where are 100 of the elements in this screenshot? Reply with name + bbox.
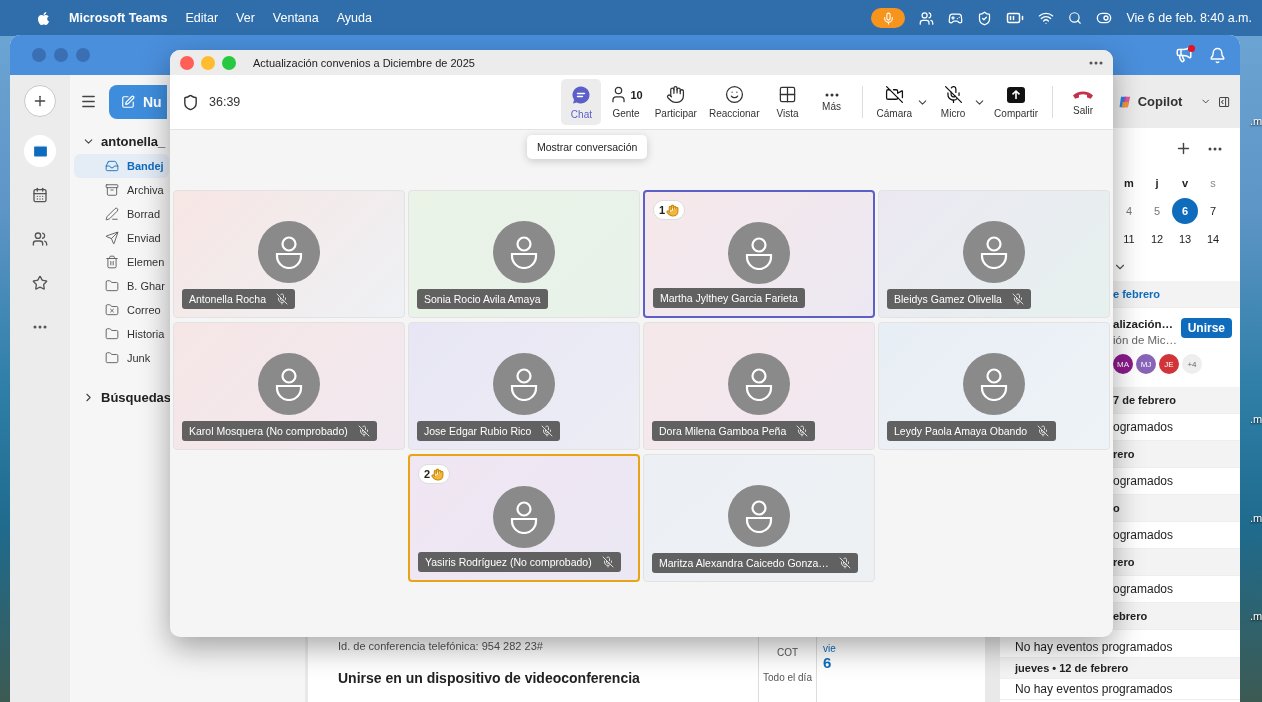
toolbar-button[interactable]: 10 Gente — [605, 79, 647, 125]
menu-item[interactable]: Ver — [236, 11, 255, 25]
close-button[interactable] — [180, 55, 194, 70]
video-tile[interactable]: Karol Mosquera (No comprobado) — [173, 322, 405, 450]
apple-icon[interactable] — [36, 10, 51, 26]
attendee-avatar: MJ — [1136, 354, 1156, 374]
hand-icon — [431, 467, 445, 481]
calendar-icon — [32, 187, 48, 203]
folder-item[interactable]: Archiva — [74, 178, 169, 202]
menu-item[interactable]: Editar — [185, 11, 219, 25]
calendar-day[interactable]: 6 — [1172, 198, 1198, 224]
person-icon — [509, 235, 539, 269]
more-icon[interactable] — [1208, 146, 1222, 151]
video-tile[interactable]: Sonia Rocio Avila Amaya — [408, 190, 640, 318]
no-events-text: ogramados — [1113, 582, 1174, 596]
star-icon — [32, 275, 48, 291]
video-tile[interactable]: Jose Edgar Rubio Rico — [408, 322, 640, 450]
toolbar-button[interactable]: Cámara — [872, 79, 917, 125]
video-tile[interactable]: 2 Yasiris Rodríguez (No comprobado) — [408, 454, 640, 582]
archive-icon — [105, 183, 119, 197]
copilot-button[interactable]: Copilot — [1137, 94, 1183, 109]
folder-icon — [105, 327, 119, 341]
folder-item[interactable]: Correo — [74, 298, 169, 322]
pencil-icon — [105, 207, 119, 221]
desktop-icon-label: .m — [1250, 610, 1262, 622]
person-icon — [274, 235, 304, 269]
weekday-label: s — [1209, 177, 1217, 189]
participant-name: Antonella Rocha — [189, 293, 267, 305]
folder-item[interactable]: Borrad — [74, 202, 169, 226]
video-tile[interactable]: 1 Martha Jylthey Garcia Farieta — [643, 190, 875, 318]
toolbar-button[interactable]: Chat — [561, 79, 602, 125]
toolbar-button[interactable]: Reaccionar — [704, 79, 764, 125]
menu-item[interactable]: Ventana — [272, 11, 319, 25]
video-tile[interactable]: Maritza Alexandra Caicedo Gonza… — [643, 454, 875, 582]
event-card[interactable]: alización… ión de Mic… Unirse MA MJ JE +4 — [1113, 308, 1240, 387]
microphone-indicator[interactable] — [871, 8, 906, 28]
megaphone-icon[interactable] — [1175, 45, 1195, 65]
people-icon[interactable] — [919, 10, 935, 26]
date-heading: rero — [1113, 556, 1135, 568]
folder-item[interactable]: Elemen — [74, 250, 169, 274]
no-events-text: ogramados — [1113, 420, 1174, 434]
rail-button[interactable] — [24, 135, 56, 167]
calendar-day[interactable]: 13 — [1172, 226, 1198, 252]
mic-off-icon — [1037, 425, 1050, 437]
participant-name: Dora Milena Gamboa Peña — [659, 425, 787, 437]
participant-name: Jose Edgar Rubio Rico — [424, 425, 532, 437]
folder-item[interactable]: Enviad — [74, 226, 169, 250]
video-tile[interactable]: Leydy Paola Amaya Obando — [878, 322, 1110, 450]
date-heading: e febrero — [1113, 288, 1161, 300]
hang-up-icon — [1072, 88, 1094, 101]
menu-icon[interactable] — [80, 93, 97, 110]
calendar-day[interactable]: 5 — [1144, 198, 1170, 224]
hand-order: 2 — [424, 468, 431, 480]
call-timer: 36:39 — [209, 95, 241, 109]
mic-off-icon — [357, 425, 370, 437]
window-title: Actualización convenios a Diciembre de 2025 — [253, 56, 475, 69]
more-icon — [33, 325, 47, 329]
menu-item[interactable]: Ayuda — [336, 11, 372, 25]
weekday-label: m — [1123, 177, 1135, 189]
toolbar-button[interactable]: Micro — [933, 79, 974, 125]
toolbar-button[interactable]: Compartir — [990, 79, 1042, 125]
control-center-icon[interactable] — [1096, 10, 1113, 26]
new-item-button[interactable] — [24, 85, 56, 117]
participant-name: Maritza Alexandra Caicedo Gonza… — [659, 557, 829, 569]
plus-icon[interactable] — [1175, 140, 1192, 157]
attendee-avatar: JE — [1159, 354, 1179, 374]
calendar-day[interactable]: 4 — [1116, 198, 1142, 224]
person-icon — [509, 367, 539, 401]
participant-name: Karol Mosquera (No comprobado) — [189, 425, 348, 437]
toolbar-button[interactable]: Más — [811, 79, 852, 125]
folder-item[interactable]: Historia — [74, 322, 169, 346]
toolbar-button[interactable]: Vista — [767, 79, 808, 125]
folder-item[interactable]: B. Ghar — [74, 274, 169, 298]
gamepad-icon[interactable] — [948, 10, 964, 26]
join-button[interactable]: Unirse — [1180, 318, 1232, 338]
bell-icon[interactable] — [1209, 46, 1226, 64]
date-heading: ebrero — [1113, 610, 1148, 622]
search-icon[interactable] — [1068, 11, 1083, 25]
more-icon[interactable] — [1089, 60, 1103, 65]
wifi-icon[interactable] — [1038, 10, 1055, 26]
calendar-day[interactable]: 11 — [1116, 226, 1142, 252]
desktop-icon-label: .m — [1250, 512, 1262, 524]
toolbar-button[interactable]: Participar — [650, 79, 701, 125]
calendar-day[interactable]: 12 — [1144, 226, 1170, 252]
video-tile[interactable]: Dora Milena Gamboa Peña — [643, 322, 875, 450]
clock[interactable]: Vie 6 de feb. 8:40 a.m. — [1126, 11, 1252, 25]
video-tile[interactable]: Antonella Rocha — [173, 190, 405, 318]
calendar-day[interactable]: 14 — [1200, 226, 1226, 252]
dial-in-text: Id. de conferencia telefónica: 954 282 23# — [338, 640, 544, 652]
shield-icon[interactable] — [977, 10, 993, 26]
weekday-label: v — [1180, 177, 1190, 189]
more-icon — [824, 92, 839, 97]
folder-item[interactable]: Junk — [74, 346, 169, 370]
account-name: antonella_ — [101, 133, 166, 149]
folder-item[interactable]: Bandej — [74, 154, 169, 178]
calendar-day[interactable]: 7 — [1200, 198, 1226, 224]
app-menu[interactable]: Microsoft Teams — [69, 11, 168, 25]
mic-off-icon — [541, 425, 554, 437]
toolbar-button[interactable]: Salir — [1063, 79, 1103, 125]
video-tile[interactable]: Bleidys Gamez Olivella — [878, 190, 1110, 318]
